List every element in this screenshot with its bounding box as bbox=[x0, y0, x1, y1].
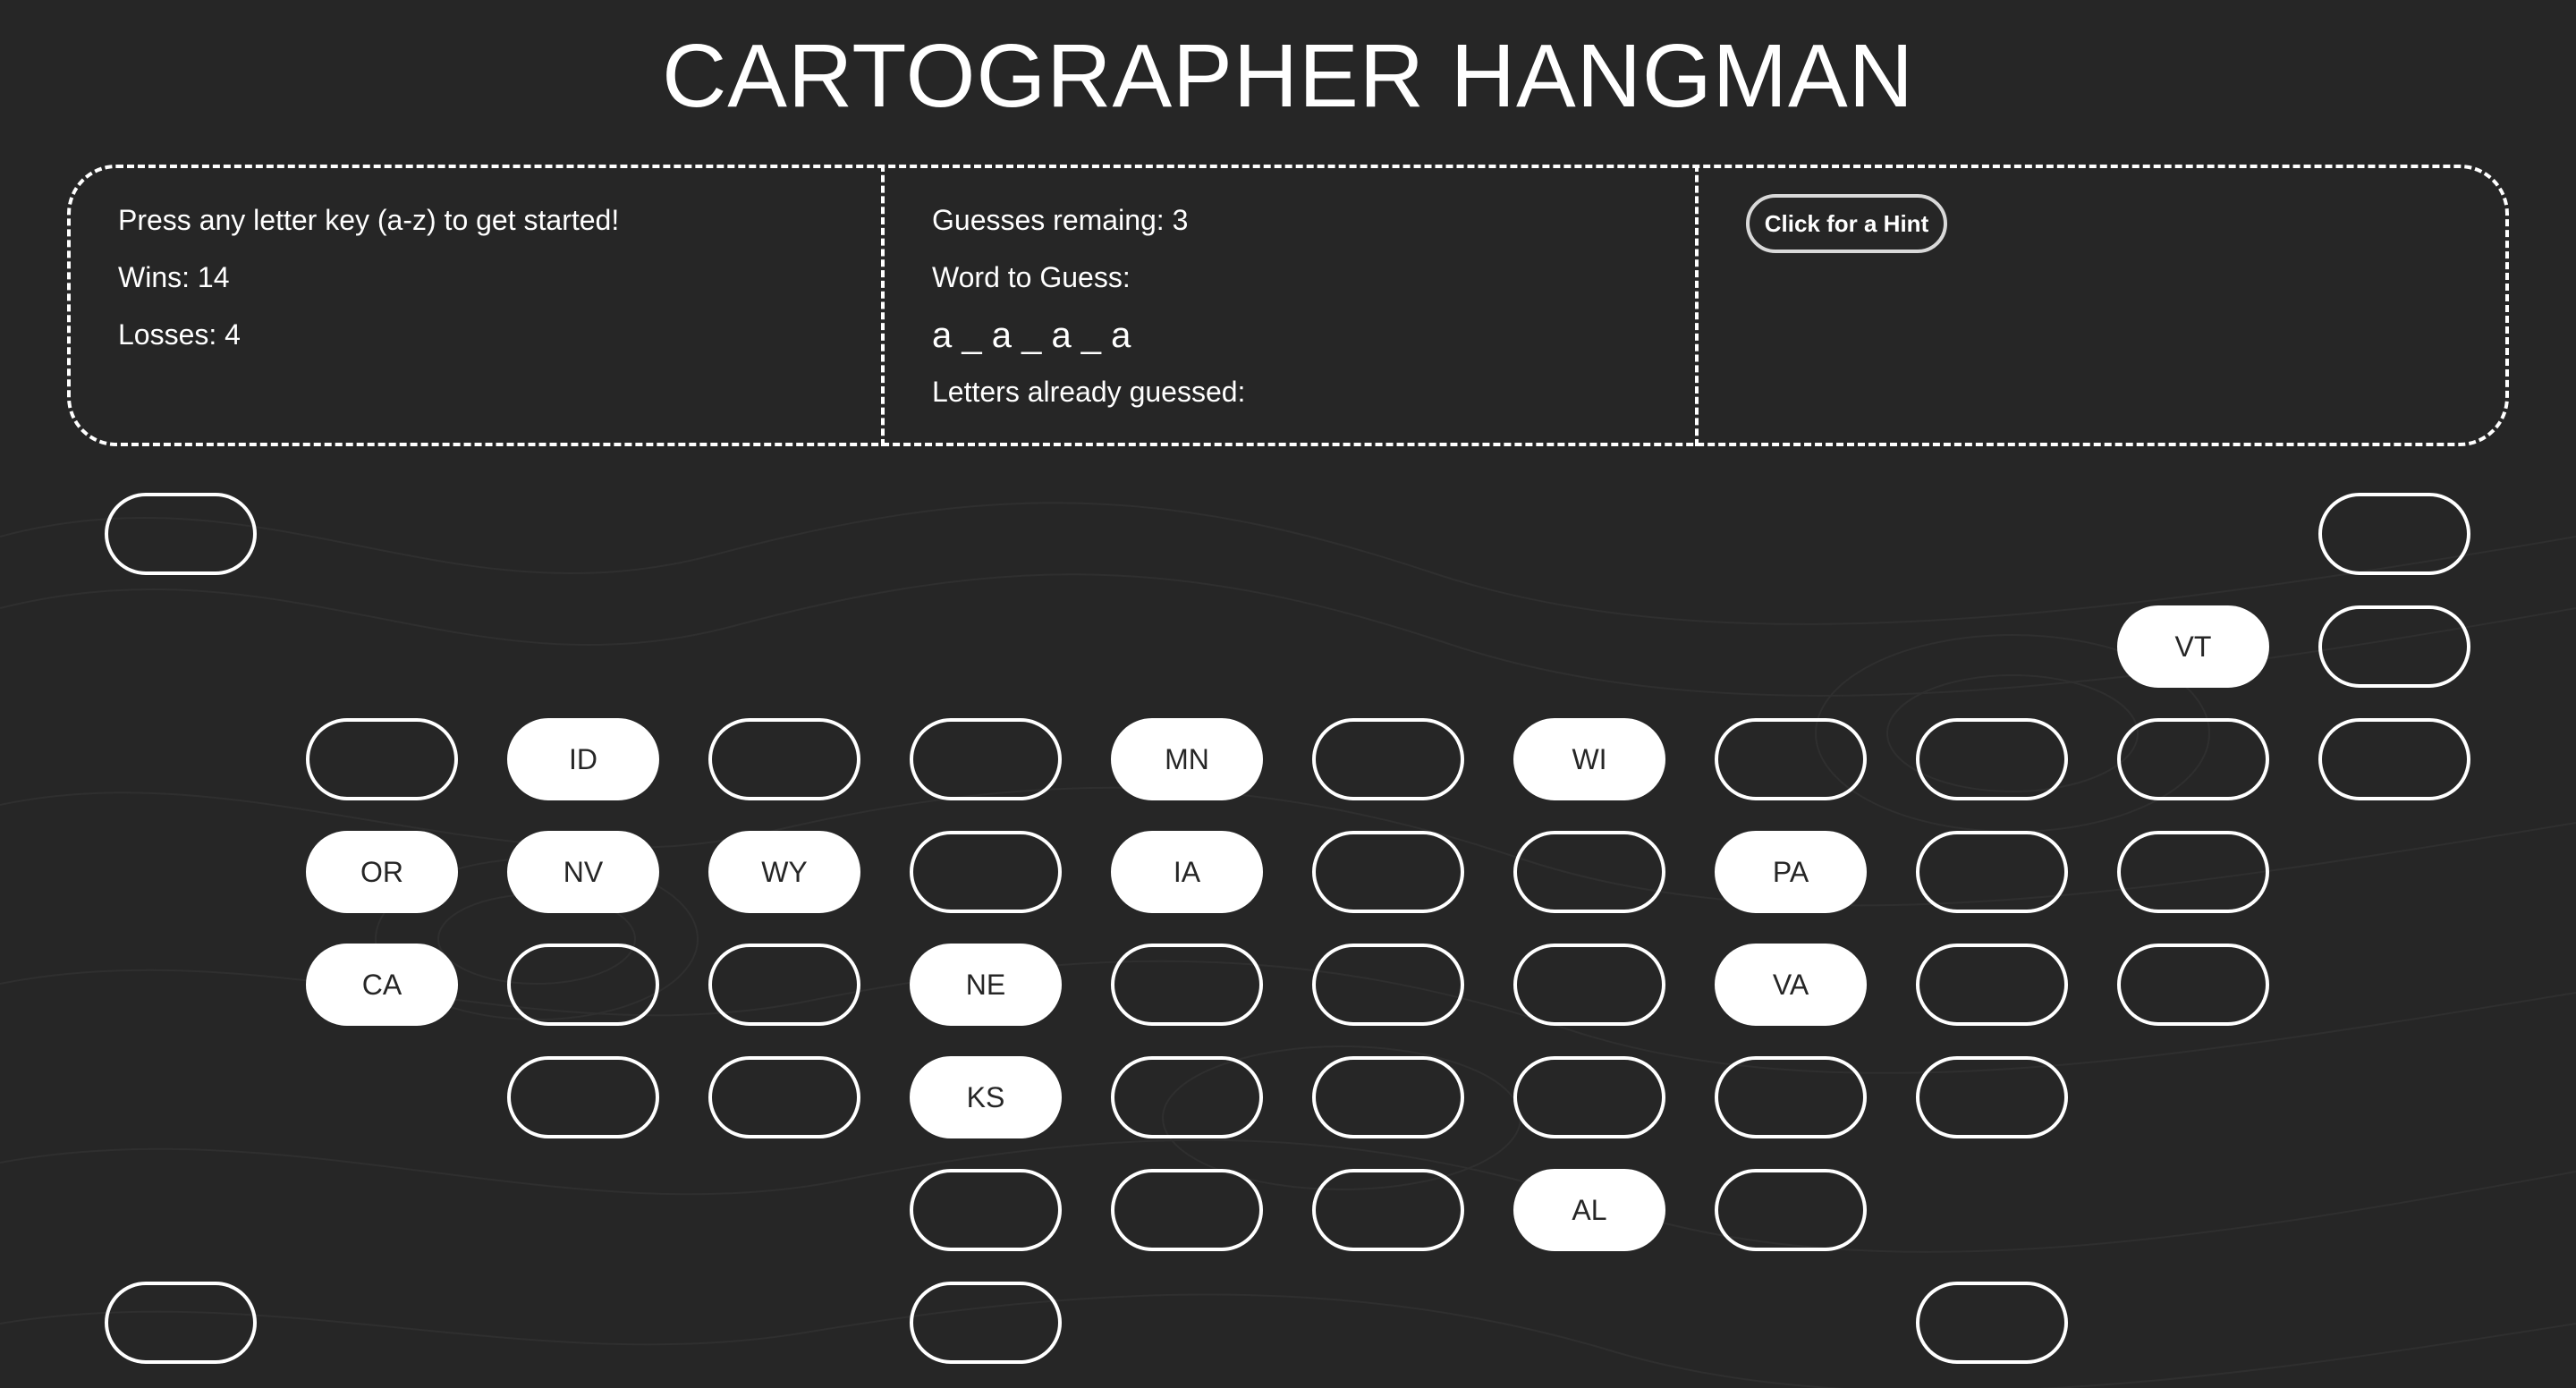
state-tile-empty bbox=[708, 718, 860, 800]
page-title: CARTOGRAPHER HANGMAN bbox=[662, 26, 1914, 126]
state-tile-empty bbox=[910, 1169, 1062, 1251]
letters-guessed-label: Letters already guessed: bbox=[932, 376, 1246, 408]
state-tile-empty bbox=[910, 1282, 1062, 1364]
state-tile-empty bbox=[1715, 1056, 1867, 1138]
state-tile-empty bbox=[105, 1282, 257, 1364]
state-tile-empty bbox=[1916, 831, 2068, 913]
state-tile-empty bbox=[2117, 718, 2269, 800]
state-tile-empty bbox=[306, 718, 458, 800]
state-tile-empty bbox=[1312, 718, 1464, 800]
word-label: Word to Guess: bbox=[932, 261, 1131, 293]
state-tile-empty bbox=[2318, 718, 2470, 800]
state-tile-empty bbox=[2318, 493, 2470, 575]
state-tile-empty bbox=[1513, 1056, 1665, 1138]
state-tile-empty bbox=[1916, 1056, 2068, 1138]
state-tile-empty bbox=[1111, 944, 1263, 1026]
state-tile-al: AL bbox=[1513, 1169, 1665, 1251]
state-tile-empty bbox=[1916, 1282, 2068, 1364]
state-tile-or: OR bbox=[306, 831, 458, 913]
state-tile-ks: KS bbox=[910, 1056, 1062, 1138]
state-tile-pa: PA bbox=[1715, 831, 1867, 913]
state-tile-ca: CA bbox=[306, 944, 458, 1026]
state-tile-empty bbox=[1111, 1169, 1263, 1251]
state-tile-wi: WI bbox=[1513, 718, 1665, 800]
state-tile-empty bbox=[708, 1056, 860, 1138]
state-tile-empty bbox=[1312, 1056, 1464, 1138]
state-tile-empty bbox=[1513, 831, 1665, 913]
state-tile-wy: WY bbox=[708, 831, 860, 913]
state-tile-empty bbox=[1513, 944, 1665, 1026]
state-tile-vt: VT bbox=[2117, 605, 2269, 688]
state-tile-empty bbox=[507, 1056, 659, 1138]
state-tile-empty bbox=[105, 493, 257, 575]
wins-counter: Wins: 14 bbox=[118, 261, 230, 293]
panel-divider bbox=[1695, 165, 1699, 446]
state-tile-empty bbox=[1916, 944, 2068, 1026]
state-tile-empty bbox=[2318, 605, 2470, 688]
state-tile-empty bbox=[2117, 831, 2269, 913]
state-tile-empty bbox=[910, 831, 1062, 913]
panel-divider bbox=[881, 165, 885, 446]
word-display: a _ a _ a _ a bbox=[932, 316, 1131, 355]
losses-counter: Losses: 4 bbox=[118, 318, 241, 351]
state-tile-empty bbox=[2117, 944, 2269, 1026]
state-tile-ne: NE bbox=[910, 944, 1062, 1026]
guesses-remaining: Guesses remaing: 3 bbox=[932, 204, 1189, 236]
state-tile-empty bbox=[1715, 1169, 1867, 1251]
state-tile-nv: NV bbox=[507, 831, 659, 913]
hint-button[interactable]: Click for a Hint bbox=[1746, 194, 1947, 253]
state-tile-empty bbox=[507, 944, 659, 1026]
start-prompt: Press any letter key (a-z) to get starte… bbox=[118, 204, 620, 236]
state-tile-empty bbox=[1312, 944, 1464, 1026]
state-tile-va: VA bbox=[1715, 944, 1867, 1026]
state-tile-empty bbox=[1312, 1169, 1464, 1251]
state-tile-empty bbox=[708, 944, 860, 1026]
state-tile-empty bbox=[910, 718, 1062, 800]
state-tile-empty bbox=[1715, 718, 1867, 800]
state-tile-id: ID bbox=[507, 718, 659, 800]
state-tile-empty bbox=[1111, 1056, 1263, 1138]
state-tile-ia: IA bbox=[1111, 831, 1263, 913]
state-tile-mn: MN bbox=[1111, 718, 1263, 800]
state-tile-empty bbox=[1916, 718, 2068, 800]
state-tile-empty bbox=[1312, 831, 1464, 913]
